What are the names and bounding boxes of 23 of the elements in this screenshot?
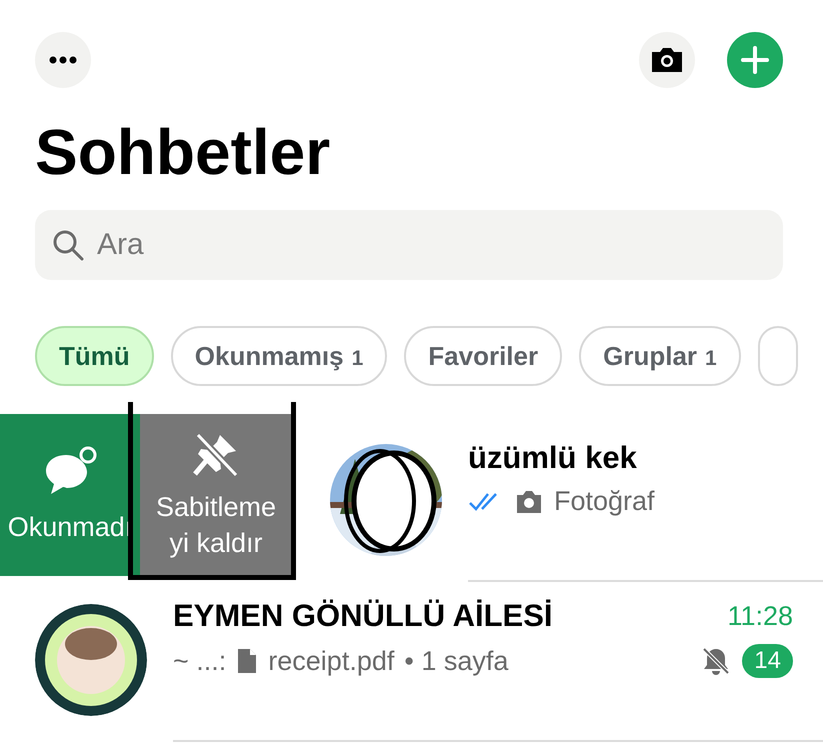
- chat-time: 11:28: [727, 600, 793, 632]
- filter-chip[interactable]: Gruplar 1: [579, 326, 741, 386]
- document-icon: [236, 647, 258, 675]
- chat-name: EYMEN GÖNÜLLÜ AİLESİ: [173, 598, 552, 634]
- camera-icon: [514, 488, 544, 514]
- plus-icon: [741, 46, 769, 74]
- unpin-button[interactable]: Sabitleme yi kaldır: [140, 414, 292, 576]
- search-field[interactable]: Ara: [95, 227, 767, 263]
- filter-chip[interactable]: Favoriler: [404, 326, 562, 386]
- search-icon: [51, 228, 85, 262]
- message-preview: Fotoğraf: [554, 486, 655, 517]
- page-title: Sohbetler: [35, 115, 332, 190]
- camera-icon: [650, 46, 684, 74]
- message-preview: receipt.pdf: [268, 646, 394, 676]
- more-icon: [49, 56, 77, 64]
- message-meta: • 1 sayfa: [404, 646, 508, 676]
- filter-chip[interactable]: Tümü: [35, 326, 154, 386]
- sender-name: ~ ...:: [173, 646, 226, 676]
- search-bar[interactable]: Ara: [35, 210, 783, 280]
- chat-name: üzümlü kek: [468, 440, 637, 476]
- mark-unread-button[interactable]: Okunmadı: [0, 414, 140, 576]
- filter-chip[interactable]: Okunmamış 1: [170, 326, 388, 386]
- unread-count-badge: 14: [742, 644, 793, 678]
